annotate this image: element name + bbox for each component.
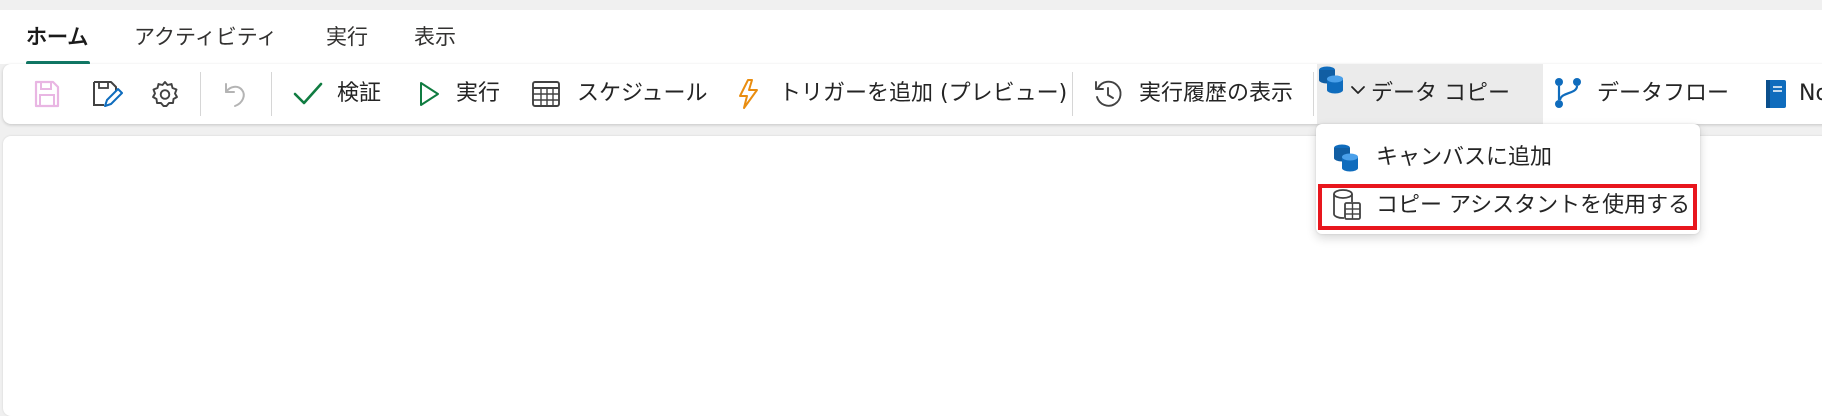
database-copy-icon bbox=[1334, 144, 1358, 172]
validate-label: 検証 bbox=[337, 81, 382, 106]
chevron-down-icon bbox=[1351, 86, 1365, 94]
toolbar-separator bbox=[1313, 72, 1314, 116]
dataflow-label: データフロー bbox=[1597, 81, 1730, 106]
lightning-icon bbox=[739, 79, 758, 109]
gear-icon bbox=[152, 81, 178, 107]
settings-button[interactable] bbox=[143, 64, 187, 124]
toolbar-separator bbox=[200, 72, 201, 116]
copy-data-dropdown-button[interactable]: データ コピー bbox=[1317, 64, 1543, 124]
database-copy-icon bbox=[1319, 66, 1343, 94]
copy-data-menu: キャンバスに追加 コピー アシスタントを使用する bbox=[1316, 124, 1700, 234]
save-icon bbox=[34, 80, 60, 108]
toolbar-separator bbox=[1072, 72, 1073, 116]
add-trigger-button[interactable]: トリガーを追加 (プレビュー) bbox=[727, 64, 1067, 124]
tab-activities[interactable]: アクティビティ bbox=[134, 20, 277, 54]
tab-home[interactable]: ホーム bbox=[26, 20, 88, 54]
undo-icon bbox=[225, 83, 245, 107]
save-edit-button[interactable] bbox=[85, 64, 129, 124]
history-icon bbox=[1095, 80, 1122, 107]
run-label: 実行 bbox=[456, 81, 501, 106]
schedule-button[interactable]: スケジュール bbox=[523, 64, 713, 124]
notebook-label: Notebook bbox=[1799, 81, 1822, 106]
tab-view[interactable]: 表示 bbox=[414, 20, 456, 54]
save-edit-icon bbox=[93, 81, 123, 107]
top-strip bbox=[0, 0, 1822, 10]
calendar-icon bbox=[532, 81, 560, 107]
menu-item-label: キャンバスに追加 bbox=[1376, 145, 1553, 170]
play-icon bbox=[420, 82, 439, 106]
ribbon-toolbar: 検証 実行 スケジュール トリガーを追加 (プレビュー) 実行履歴の表示 データ… bbox=[3, 64, 1822, 124]
toolbar-separator bbox=[271, 72, 272, 116]
menu-item-add-to-canvas[interactable]: キャンバスに追加 bbox=[1316, 134, 1700, 182]
schedule-label: スケジュール bbox=[577, 81, 708, 106]
notebook-button[interactable]: Notebook bbox=[1753, 64, 1822, 124]
tab-run[interactable]: 実行 bbox=[326, 20, 368, 54]
checkmark-icon bbox=[293, 82, 323, 105]
dataflow-button[interactable]: データフロー bbox=[1543, 64, 1739, 124]
notebook-icon bbox=[1766, 80, 1786, 108]
ribbon-tab-bar: ホーム アクティビティ 実行 表示 bbox=[0, 10, 1822, 65]
view-run-history-button[interactable]: 実行履歴の表示 bbox=[1085, 64, 1307, 124]
menu-item-label: コピー アシスタントを使用する bbox=[1376, 193, 1691, 218]
run-button[interactable]: 実行 bbox=[407, 64, 509, 124]
save-button[interactable] bbox=[25, 64, 69, 124]
copy-data-label: データ コピー bbox=[1371, 81, 1510, 106]
menu-item-use-copy-assistant[interactable]: コピー アシスタントを使用する bbox=[1316, 182, 1700, 230]
undo-button[interactable] bbox=[211, 64, 255, 124]
validate-button[interactable]: 検証 bbox=[285, 64, 399, 124]
run-history-label: 実行履歴の表示 bbox=[1139, 81, 1294, 106]
copy-assistant-icon bbox=[1333, 189, 1361, 220]
dataflow-icon bbox=[1555, 78, 1581, 108]
add-trigger-label: トリガーを追加 (プレビュー) bbox=[779, 81, 1068, 106]
